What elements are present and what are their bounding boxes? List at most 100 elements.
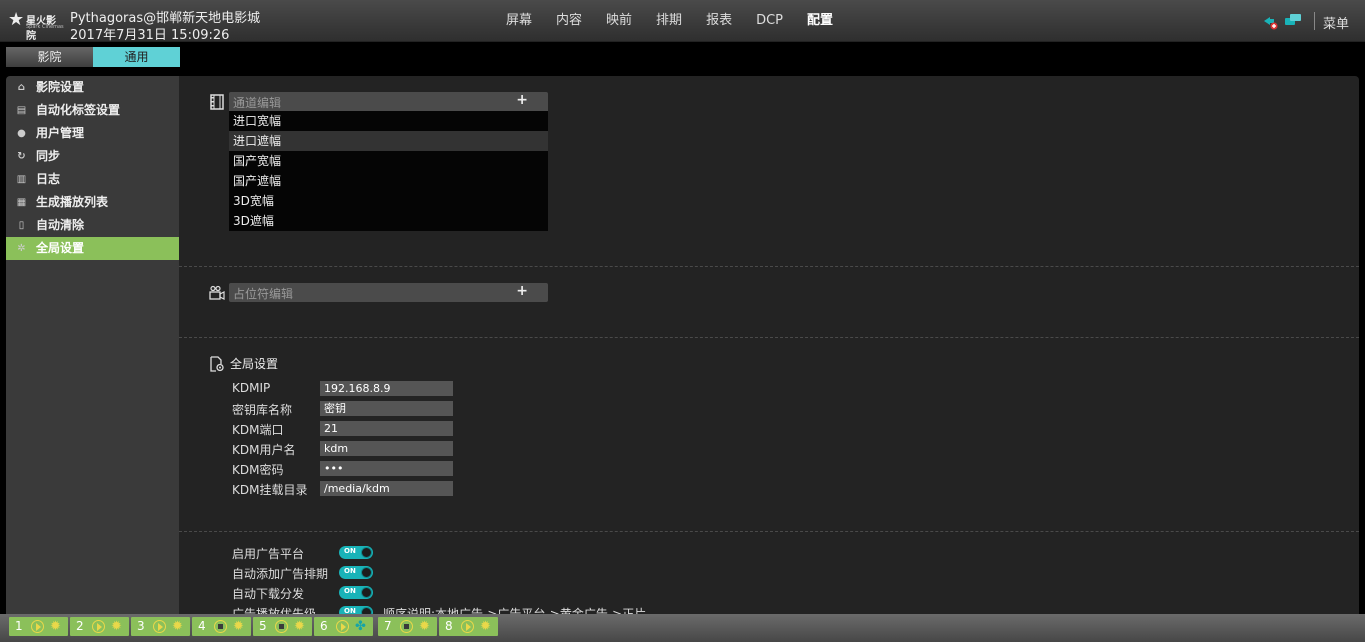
- add-placeholder-button[interactable]: +: [516, 283, 528, 299]
- kdm-password-input[interactable]: [320, 461, 453, 476]
- list-item[interactable]: 3D遮幅: [229, 211, 548, 231]
- film-log-icon: ▥: [16, 174, 27, 185]
- screen-button-4[interactable]: 4 ✹: [192, 617, 251, 636]
- user-icon: ●: [17, 128, 26, 139]
- sidebar-item-users[interactable]: ● 用户管理: [6, 122, 179, 145]
- alert-sync-icon[interactable]: [1262, 14, 1278, 30]
- nav-schedule[interactable]: 排期: [644, 0, 694, 42]
- placeholder-edit-title: 占位符编辑: [233, 287, 294, 301]
- channel-edit-header: 通道编辑 +: [229, 92, 548, 111]
- list-item[interactable]: 国产遮幅: [229, 171, 548, 191]
- add-channel-button[interactable]: +: [516, 92, 528, 108]
- gear-icon: ✹: [419, 619, 430, 634]
- sidebar-item-cinema-settings[interactable]: ⌂ 影院设置: [6, 76, 179, 99]
- nav-config[interactable]: 配置: [795, 0, 845, 42]
- toggle-knob: [361, 587, 372, 598]
- sidebar-item-log[interactable]: ▥ 日志: [6, 168, 179, 191]
- toggle-label: 启用广告平台: [232, 547, 305, 561]
- sidebar-item-label: 自动化标签设置: [36, 103, 121, 117]
- brand-name-en: Spark Cinemas: [26, 24, 64, 30]
- nav-screen[interactable]: 屏幕: [494, 0, 544, 42]
- screen-number: 3: [137, 619, 145, 633]
- gear-icon: ✹: [233, 619, 244, 634]
- list-item-selected[interactable]: 进口遮幅: [229, 131, 548, 151]
- screen-button-3[interactable]: 3 ✹: [131, 617, 190, 636]
- nav-content[interactable]: 内容: [544, 0, 594, 42]
- kdm-port-input[interactable]: [320, 421, 453, 436]
- screen-status-bar: 1 ✹ 2 ✹ 3 ✹ 4 ✹ 5 ✹ 6 ✤ 7 ✹ 8 ✹: [0, 614, 1365, 642]
- screen-number: 2: [76, 619, 84, 633]
- section-divider: [179, 531, 1359, 532]
- section-divider: [179, 337, 1359, 338]
- stop-icon: [400, 620, 413, 633]
- sidebar-item-label: 同步: [36, 149, 61, 163]
- toggle-state: ON: [344, 587, 356, 595]
- home-icon: ⌂: [17, 82, 26, 93]
- kdm-ip-input[interactable]: [320, 381, 453, 396]
- nav-report[interactable]: 报表: [694, 0, 744, 42]
- brand-logo: ★ 星火影院 Spark Cinemas: [8, 9, 64, 43]
- document-icon: ▤: [16, 105, 27, 116]
- gear-icon: ✹: [294, 619, 305, 634]
- screen-button-8[interactable]: 8 ✹: [439, 617, 498, 636]
- menu-button[interactable]: 菜单: [1323, 13, 1349, 32]
- auto-add-schedule-toggle[interactable]: ON: [339, 566, 373, 579]
- play-icon: [336, 620, 349, 633]
- trash-icon: ▯: [18, 220, 25, 231]
- screen-button-2[interactable]: 2 ✹: [70, 617, 129, 636]
- main-panel: 通道编辑 + 进口宽幅 进口遮幅 国产宽幅 国产遮幅 3D宽幅 3D遮幅 占位符…: [179, 76, 1359, 616]
- keystore-name-input[interactable]: [320, 401, 453, 416]
- list-item[interactable]: 3D宽幅: [229, 191, 548, 211]
- toggle-knob: [361, 567, 372, 578]
- doc-gear-icon: [210, 356, 224, 372]
- sidebar-item-label: 全局设置: [36, 241, 85, 255]
- screen-number: 8: [445, 619, 453, 633]
- auto-download-toggle[interactable]: ON: [339, 586, 373, 599]
- screen-number: 7: [384, 619, 392, 633]
- kdm-username-input[interactable]: [320, 441, 453, 456]
- screen-button-6[interactable]: 6 ✤: [314, 617, 373, 636]
- toggle-label: 自动下载分发: [232, 587, 305, 601]
- sidebar-item-label: 用户管理: [36, 126, 85, 140]
- nav-preshow[interactable]: 映前: [594, 0, 644, 42]
- toggle-state: ON: [344, 567, 356, 575]
- gear-icon: ✹: [172, 619, 183, 634]
- fan-icon: ✤: [355, 619, 366, 634]
- gear-icon: ✲: [17, 243, 26, 254]
- list-item[interactable]: 国产宽幅: [229, 151, 548, 171]
- main-nav: 屏幕 内容 映前 排期 报表 DCP 配置: [494, 0, 845, 42]
- screen-button-7[interactable]: 7 ✹: [378, 617, 437, 636]
- sidebar-item-auto-tags[interactable]: ▤ 自动化标签设置: [6, 99, 179, 122]
- field-label: KDM用户名: [232, 443, 296, 457]
- sidebar-item-global-settings[interactable]: ✲ 全局设置: [6, 237, 179, 260]
- screen-number: 6: [320, 619, 328, 633]
- top-bar: ★ 星火影院 Spark Cinemas Pythagoras@邯郸新天地电影城…: [0, 0, 1365, 43]
- screen-button-5[interactable]: 5 ✹: [253, 617, 312, 636]
- sidebar-item-playlist[interactable]: ▦ 生成播放列表: [6, 191, 179, 214]
- tab-cinema[interactable]: 影院: [6, 47, 93, 67]
- tab-general[interactable]: 通用: [93, 47, 180, 67]
- section-divider: [179, 266, 1359, 267]
- stop-icon: [275, 620, 288, 633]
- list-item[interactable]: 进口宽幅: [229, 111, 548, 131]
- field-label: KDM端口: [232, 423, 284, 437]
- screen-number: 1: [15, 619, 23, 633]
- kdm-mount-dir-input[interactable]: [320, 481, 453, 496]
- field-label: KDM挂载目录: [232, 483, 308, 497]
- sidebar-item-auto-clean[interactable]: ▯ 自动清除: [6, 214, 179, 237]
- sidebar-item-sync[interactable]: ↻ 同步: [6, 145, 179, 168]
- nav-dcp[interactable]: DCP: [744, 0, 795, 42]
- placeholder-edit-header: 占位符编辑 +: [229, 283, 548, 302]
- calendar-icon: ▦: [16, 197, 27, 208]
- header-separator: [1314, 12, 1315, 30]
- chat-icon[interactable]: [1285, 14, 1301, 28]
- screen-number: 5: [259, 619, 267, 633]
- star-icon: ★: [8, 9, 25, 30]
- ad-platform-toggle[interactable]: ON: [339, 546, 373, 559]
- sidebar-item-label: 生成播放列表: [36, 195, 109, 209]
- play-icon: [31, 620, 44, 633]
- gear-icon: ✹: [480, 619, 491, 634]
- screen-button-1[interactable]: 1 ✹: [9, 617, 68, 636]
- gear-icon: ✹: [50, 619, 61, 634]
- sidebar: ⌂ 影院设置 ▤ 自动化标签设置 ● 用户管理 ↻ 同步 ▥ 日志 ▦ 生成播放…: [6, 76, 179, 616]
